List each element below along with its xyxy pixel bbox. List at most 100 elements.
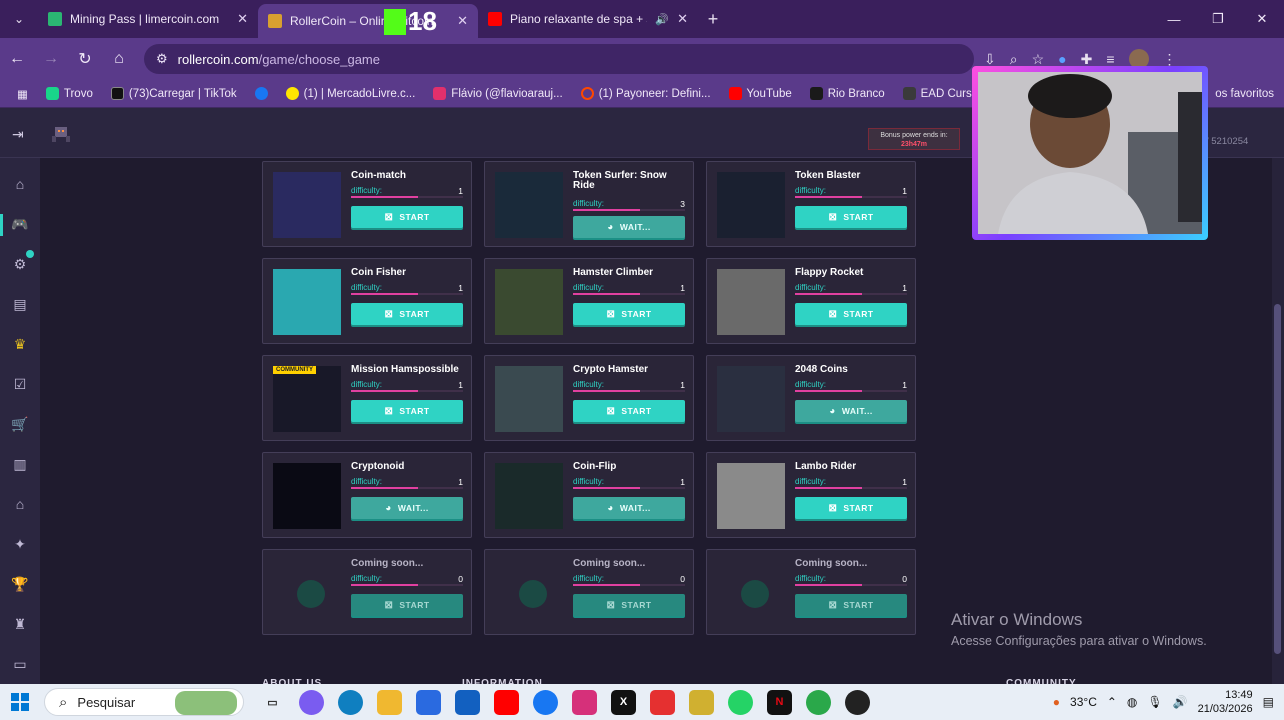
game-title: Coin-match (351, 170, 406, 181)
page-scrollbar[interactable] (1272, 158, 1284, 686)
facebook-app-icon[interactable] (533, 689, 558, 715)
notifications-icon[interactable]: ▤ (1263, 695, 1274, 709)
placeholder-icon (519, 580, 547, 608)
sidebar-rooms-icon[interactable]: ▤ (10, 296, 30, 314)
home-icon[interactable]: ⌂ (102, 38, 136, 80)
close-tab-icon[interactable]: ✕ (237, 11, 248, 27)
reload-icon[interactable]: ↻ (68, 38, 102, 80)
install-app-icon[interactable]: ⇩ (984, 51, 996, 68)
difficulty-value: 0 (902, 574, 907, 584)
microphone-icon[interactable]: 🎙 (1147, 695, 1162, 709)
chrome-icon[interactable] (806, 689, 831, 715)
restore-icon[interactable]: ❐ (1196, 0, 1240, 38)
sidebar-more-icon[interactable]: ▭ (10, 656, 30, 674)
sidebar-gift-icon[interactable]: ✦ (10, 536, 30, 554)
screen: { "browser": { "tabs": [ {"title": "Mini… (0, 0, 1284, 720)
site-info-icon[interactable]: ⚙ (156, 51, 168, 67)
youtube-app-icon[interactable] (494, 689, 519, 715)
sidebar-crown-icon[interactable]: ♛ (10, 336, 30, 354)
instagram-app-icon[interactable] (572, 689, 597, 715)
bookmark-star-icon[interactable]: ☆ (1032, 51, 1045, 68)
extension-icon[interactable]: ● (1058, 51, 1066, 67)
bookmark-trovo[interactable]: Trovo (37, 87, 102, 100)
extensions-puzzle-icon[interactable]: ✚ (1081, 51, 1093, 68)
pdf-app-icon[interactable] (650, 689, 675, 715)
task-view-icon[interactable]: ▭ (260, 690, 285, 715)
start-button[interactable]: ⊠ START (795, 303, 907, 325)
bookmark-instagram[interactable]: Flávio (@flavioarauj... (424, 87, 571, 100)
taskbar-clock[interactable]: 13:49 21/03/2026 (1198, 688, 1253, 716)
sidebar-marketplace-icon[interactable]: 🛒 (10, 416, 30, 434)
bookmark-mercadolivre[interactable]: (1) | MercadoLivre.c... (277, 87, 425, 100)
copilot-icon[interactable] (299, 689, 324, 715)
notes-app-icon[interactable] (689, 689, 714, 715)
more-menu-icon[interactable]: ⋮ (1163, 51, 1177, 68)
outlook-icon[interactable] (455, 689, 480, 715)
wait-button[interactable]: ◕ WAIT... (573, 497, 685, 519)
edge-icon[interactable] (338, 689, 363, 715)
start-button[interactable]: ⊠ START (351, 594, 463, 616)
tab-search-button[interactable]: ⌄ (0, 0, 38, 38)
whatsapp-icon[interactable] (728, 689, 753, 715)
bookmark-rio-branco[interactable]: Rio Branco (801, 87, 894, 100)
temperature: 33°C (1070, 695, 1097, 709)
start-button[interactable]: ⊠ START (351, 400, 463, 422)
scrollbar-thumb[interactable] (1274, 304, 1281, 654)
start-button[interactable]: ⊠ START (573, 594, 685, 616)
obs-icon[interactable] (845, 689, 870, 715)
sidebar-trophy-icon[interactable]: 🏆 (10, 576, 30, 594)
start-button[interactable]: ⊠ START (795, 206, 907, 228)
netflix-icon[interactable]: N (767, 689, 792, 715)
sidebar-shop-icon[interactable]: ⌂ (10, 496, 30, 514)
start-button[interactable]: ⊠ START (351, 303, 463, 325)
tab-youtube-piano[interactable]: Piano relaxante de spa + sons 🔊 ✕ (478, 0, 698, 38)
tray-overflow-icon[interactable]: ⌃ (1107, 695, 1117, 709)
sidebar-games-icon[interactable]: 🎮 (10, 216, 30, 234)
sidebar-miners-icon[interactable]: ⚙ (10, 256, 30, 274)
volume-icon[interactable]: 🔊 (1173, 695, 1188, 709)
close-tab-icon[interactable]: ✕ (677, 11, 688, 27)
store-icon[interactable] (416, 689, 441, 715)
sidebar-home-icon[interactable]: ⌂ (10, 176, 30, 194)
menu-toggle-icon[interactable]: ⇥ (12, 126, 24, 143)
close-tab-icon[interactable]: ✕ (457, 13, 468, 29)
tab-rollercoin[interactable]: RollerCoin – Online Bitcoin ✕ 18 (258, 4, 478, 38)
overlay-number: 18 (408, 6, 437, 36)
file-explorer-icon[interactable] (377, 689, 402, 715)
windows-start-icon[interactable] (0, 693, 40, 711)
taskbar-search[interactable]: ⌕ Pesquisar (44, 688, 244, 716)
bookmark-facebook[interactable] (246, 87, 277, 100)
minimize-icon[interactable]: — (1152, 0, 1196, 38)
all-bookmarks-link[interactable]: os favoritos (1215, 80, 1274, 108)
start-button[interactable]: ⊠ START (351, 206, 463, 228)
sidebar-referral-icon[interactable]: ♜ (10, 616, 30, 634)
wait-button[interactable]: ◕ WAIT... (795, 400, 907, 422)
sidebar-storage-icon[interactable]: ▥ (10, 456, 30, 474)
close-window-icon[interactable]: ✕ (1240, 0, 1284, 38)
activate-windows-subtitle: Acesse Configurações para ativar o Windo… (951, 634, 1207, 648)
sidebar-tasks-icon[interactable]: ☑ (10, 376, 30, 394)
bookmark-payoneer[interactable]: (1) Payoneer: Defini... (572, 87, 720, 100)
zoom-icon[interactable]: ⌕ (1010, 51, 1018, 68)
x-app-icon[interactable]: X (611, 689, 636, 715)
bookmark-tiktok[interactable]: (73)Carregar | TikTok (102, 87, 246, 100)
network-icon[interactable]: ◍ (1127, 695, 1137, 709)
tab-mining-pass[interactable]: Mining Pass | limercoin.com ✕ (38, 0, 258, 38)
apps-grid-icon[interactable]: ▦ (8, 87, 37, 101)
back-icon[interactable]: ← (0, 38, 34, 80)
bookmark-youtube[interactable]: YouTube (720, 87, 801, 100)
address-bar[interactable]: ⚙ rollercoin.com/game/choose_game (144, 44, 974, 74)
game-thumbnail (717, 366, 785, 432)
start-button[interactable]: ⊠ START (795, 594, 907, 616)
start-button[interactable]: ⊠ START (573, 400, 685, 422)
weather-icon[interactable]: ● (1053, 695, 1060, 709)
new-tab-button[interactable]: + (698, 9, 728, 30)
wait-button[interactable]: ◕ WAIT... (573, 216, 685, 238)
difficulty-bar (351, 584, 463, 586)
media-control-icon[interactable]: ≡ (1106, 51, 1114, 67)
wait-button[interactable]: ◕ WAIT... (351, 497, 463, 519)
start-button[interactable]: ⊠ START (795, 497, 907, 519)
rollercoin-robot-icon[interactable] (50, 124, 72, 144)
forward-icon[interactable]: → (34, 38, 68, 80)
start-button[interactable]: ⊠ START (573, 303, 685, 325)
